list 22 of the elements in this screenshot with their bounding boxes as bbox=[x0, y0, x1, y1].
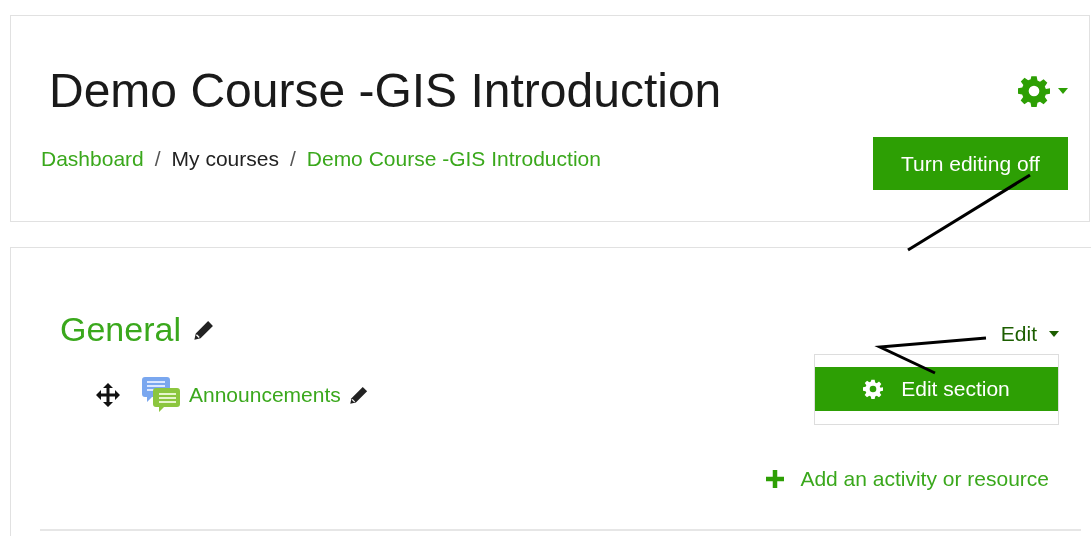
settings-icon bbox=[863, 379, 884, 399]
breadcrumb-link[interactable]: Dashboard bbox=[41, 147, 144, 171]
plus-icon bbox=[766, 470, 785, 488]
breadcrumb-separator: / bbox=[154, 147, 161, 171]
pencil-icon[interactable] bbox=[348, 385, 369, 405]
chat-bubbles-icon bbox=[142, 377, 180, 413]
move-icon[interactable] bbox=[96, 383, 120, 407]
caret-icon bbox=[1049, 331, 1059, 337]
breadcrumb-text: My courses bbox=[171, 147, 279, 171]
menu-item[interactable]: Edit section bbox=[815, 367, 1058, 411]
caret-icon bbox=[1058, 88, 1068, 94]
breadcrumb-link[interactable]: Demo Course -GIS Introduction bbox=[306, 147, 601, 171]
course-title: Demo Course -GIS Introduction bbox=[49, 67, 722, 115]
section-title[interactable]: General bbox=[60, 310, 181, 349]
settings-icon bbox=[1018, 75, 1050, 107]
edit-menu-toggle[interactable]: Edit bbox=[1000, 322, 1059, 346]
pencil-icon[interactable] bbox=[192, 318, 215, 341]
turn-editing-off-button[interactable]: Turn editing off bbox=[873, 137, 1068, 190]
add-activity-link[interactable]: Add an activity or resource bbox=[766, 467, 1049, 491]
activity-link[interactable]: Announcements bbox=[189, 383, 341, 407]
breadcrumb-separator: / bbox=[289, 147, 296, 171]
settings-menu-button[interactable] bbox=[1018, 75, 1068, 107]
